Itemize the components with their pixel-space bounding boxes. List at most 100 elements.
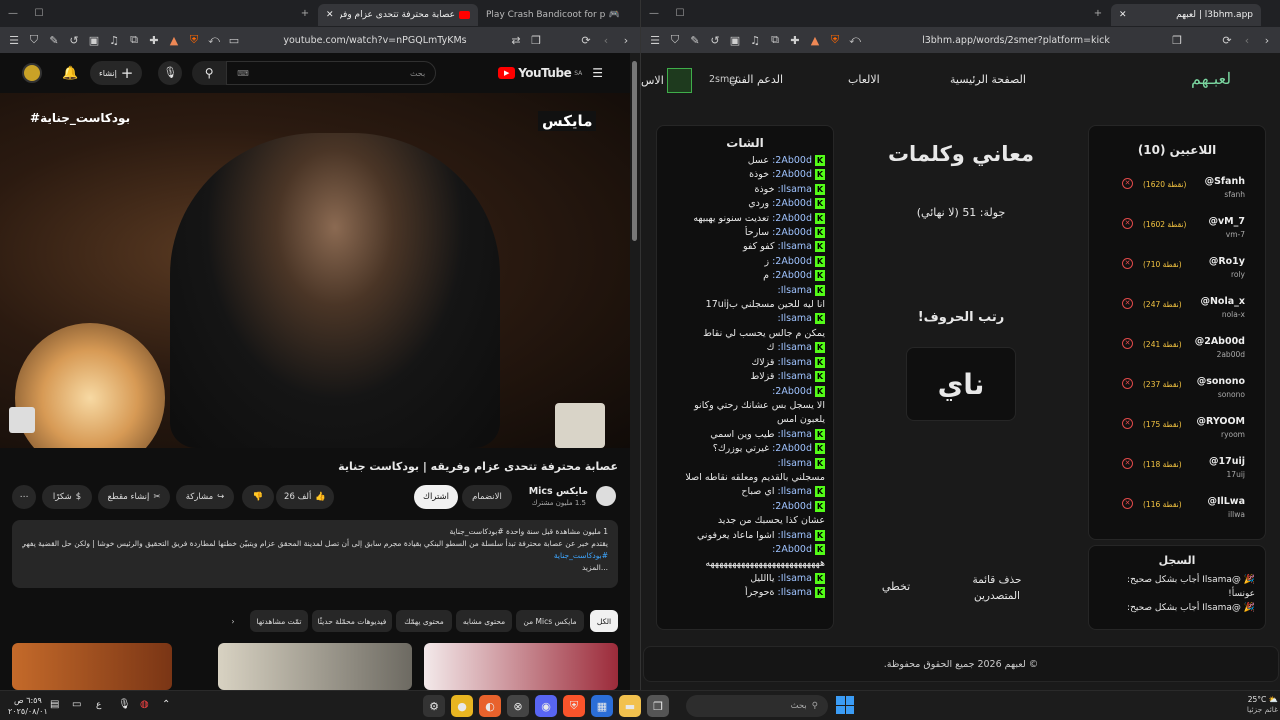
more-options-icon[interactable]: ⋯: [12, 485, 36, 509]
undo-icon[interactable]: ⤺: [845, 33, 865, 47]
thanks-button[interactable]: شكرًا $: [42, 485, 92, 509]
chat-username[interactable]: Ilsama:: [778, 486, 813, 497]
url-field[interactable]: l3bhm.app/words/2smer?platform=kick: [865, 35, 1167, 46]
undo-icon[interactable]: ⤺: [204, 33, 224, 47]
voice-search-icon[interactable]: 🎙: [158, 61, 183, 85]
chat-username[interactable]: 2Ab00d:: [772, 198, 812, 209]
forward-icon[interactable]: ›: [616, 34, 636, 47]
remove-player-icon[interactable]: ✕: [1122, 258, 1133, 269]
close-icon[interactable]: ✕: [326, 10, 334, 20]
url-field[interactable]: youtube.com/watch?v=nPGQLmTyKMs: [244, 35, 506, 46]
chat-username[interactable]: 2Ab00d:: [772, 169, 812, 180]
nav-home[interactable]: الصفحة الرئيسية: [950, 73, 1026, 86]
related-thumbnail[interactable]: [218, 643, 412, 690]
bookmark-icon[interactable]: ❒: [526, 34, 546, 47]
minimize-icon[interactable]: —: [0, 8, 26, 19]
remove-player-icon[interactable]: ✕: [1122, 218, 1133, 229]
link-icon[interactable]: ⇄: [506, 34, 526, 47]
remove-player-icon[interactable]: ✕: [1122, 458, 1133, 469]
new-tab-icon[interactable]: +: [1085, 8, 1111, 19]
menu-icon[interactable]: ☰: [645, 34, 665, 47]
new-tab-icon[interactable]: +: [292, 8, 318, 19]
chat-list[interactable]: K2Ab00d: عسل K2Ab00d: خوذة KIlsama: خوذة K2…: [665, 154, 825, 601]
related-thumbnail[interactable]: [424, 643, 618, 690]
chat-username[interactable]: 2Ab00d:: [772, 227, 812, 238]
tab-crash[interactable]: Play Crash Bandicoot for playstation 🎮: [478, 4, 628, 26]
like-button[interactable]: 26 ألف 👍: [276, 485, 334, 509]
vpn-icon[interactable]: ▲: [164, 34, 184, 47]
channel-avatar[interactable]: [596, 486, 616, 506]
chat-username[interactable]: Ilsama:: [778, 184, 813, 195]
remove-player-icon[interactable]: ✕: [1122, 298, 1133, 309]
subscribe-button[interactable]: اشتراك: [414, 485, 458, 509]
chat-username[interactable]: Ilsama:: [778, 530, 813, 541]
maximize-icon[interactable]: ☐: [667, 8, 693, 19]
taskbar-search[interactable]: بحث ⚲: [686, 695, 828, 717]
puzzle-icon[interactable]: ✚: [144, 34, 164, 47]
extension-icon[interactable]: ✎: [44, 34, 64, 47]
chat-username[interactable]: 2Ab00d:: [772, 544, 812, 555]
keyboard-icon[interactable]: ⌨: [237, 69, 249, 78]
start-button[interactable]: [836, 696, 854, 714]
store-icon[interactable]: ▦: [591, 695, 613, 717]
close-icon[interactable]: ✕: [1119, 10, 1127, 20]
music-icon[interactable]: ♫: [745, 34, 765, 47]
notifications-icon[interactable]: 🔔: [62, 66, 78, 81]
xbox-icon[interactable]: ⊗: [507, 695, 529, 717]
chat-username[interactable]: Ilsama:: [778, 285, 813, 296]
reload-icon[interactable]: ⟳: [1217, 34, 1237, 47]
search-button[interactable]: ⚲: [192, 61, 227, 85]
chat-username[interactable]: Ilsama:: [778, 371, 813, 382]
search-input[interactable]: ⌨ بحث: [226, 61, 437, 85]
extension-icon[interactable]: ✎: [685, 34, 705, 47]
share-button[interactable]: مشاركة ↪: [176, 485, 234, 509]
firefox-icon[interactable]: ◐: [479, 695, 501, 717]
chrome-icon[interactable]: ●: [451, 695, 473, 717]
chips-scroll-icon[interactable]: ›: [222, 610, 244, 632]
site-logo[interactable]: لعبـهم: [1191, 69, 1231, 88]
music-icon[interactable]: ♫: [104, 34, 124, 47]
chat-username[interactable]: Ilsama:: [778, 241, 813, 252]
steam-icon[interactable]: ⚙: [423, 695, 445, 717]
description-box[interactable]: 1 مليون مشاهدة قبل سنة واحدة #بودكاست_جن…: [12, 520, 618, 588]
related-thumbnail[interactable]: [12, 643, 172, 690]
channel-name[interactable]: مايكس Mics: [520, 486, 588, 497]
chip-interest[interactable]: محتوى يهمّك: [396, 610, 452, 632]
chat-username[interactable]: Ilsama:: [778, 342, 813, 353]
chat-username[interactable]: Ilsama:: [778, 313, 813, 324]
chat-username[interactable]: 2Ab00d:: [772, 213, 812, 224]
chat-username[interactable]: 2Ab00d:: [772, 256, 812, 267]
brave-shield-icon[interactable]: ⛨: [825, 33, 845, 47]
nav-support[interactable]: الدعم الفني: [729, 73, 783, 86]
minimize-icon[interactable]: —: [641, 8, 667, 19]
folder-icon[interactable]: ▬: [619, 695, 641, 717]
bookmark-icon[interactable]: ❒: [1167, 34, 1187, 47]
avatar[interactable]: [22, 63, 42, 83]
chip-all[interactable]: الكل: [590, 610, 618, 632]
chat-username[interactable]: 2Ab00d:: [772, 270, 812, 281]
discord-icon[interactable]: ◉: [535, 695, 557, 717]
chat-username[interactable]: 2Ab00d:: [772, 155, 812, 166]
screenshot-icon[interactable]: ⧉: [124, 33, 144, 47]
shield-icon[interactable]: ⛉: [24, 33, 44, 47]
forward-icon[interactable]: ›: [1257, 34, 1277, 47]
chat-username[interactable]: Ilsama:: [778, 587, 813, 598]
chat-username[interactable]: Ilsama:: [778, 429, 813, 440]
chip-from-channel[interactable]: من Mics مايكس: [516, 610, 584, 632]
chat-username[interactable]: Ilsama:: [778, 458, 813, 469]
remove-player-icon[interactable]: ✕: [1122, 378, 1133, 389]
chat-username[interactable]: Ilsama:: [778, 357, 813, 368]
remove-player-icon[interactable]: ✕: [1122, 338, 1133, 349]
clock[interactable]: ٦:٥٩ ص ٢٠٢٥/٠٨/٠١: [8, 695, 48, 717]
chip-watched[interactable]: تمّت مشاهدتها: [250, 610, 308, 632]
maximize-icon[interactable]: ☐: [26, 8, 52, 19]
brave-shield-icon[interactable]: ⛨: [184, 33, 204, 47]
history-icon[interactable]: ↺: [705, 34, 725, 47]
chat-username[interactable]: 2Ab00d:: [772, 386, 812, 397]
vpn-icon[interactable]: ▲: [805, 34, 825, 47]
sidebar-icon[interactable]: ▣: [725, 34, 745, 47]
chip-similar[interactable]: محتوى مشابه: [456, 610, 512, 632]
cast-icon[interactable]: ▭: [224, 34, 244, 47]
chat-username[interactable]: 2Ab00d:: [772, 443, 812, 454]
chip-recent[interactable]: فيديوهات محمّلة حديثًا: [312, 610, 392, 632]
